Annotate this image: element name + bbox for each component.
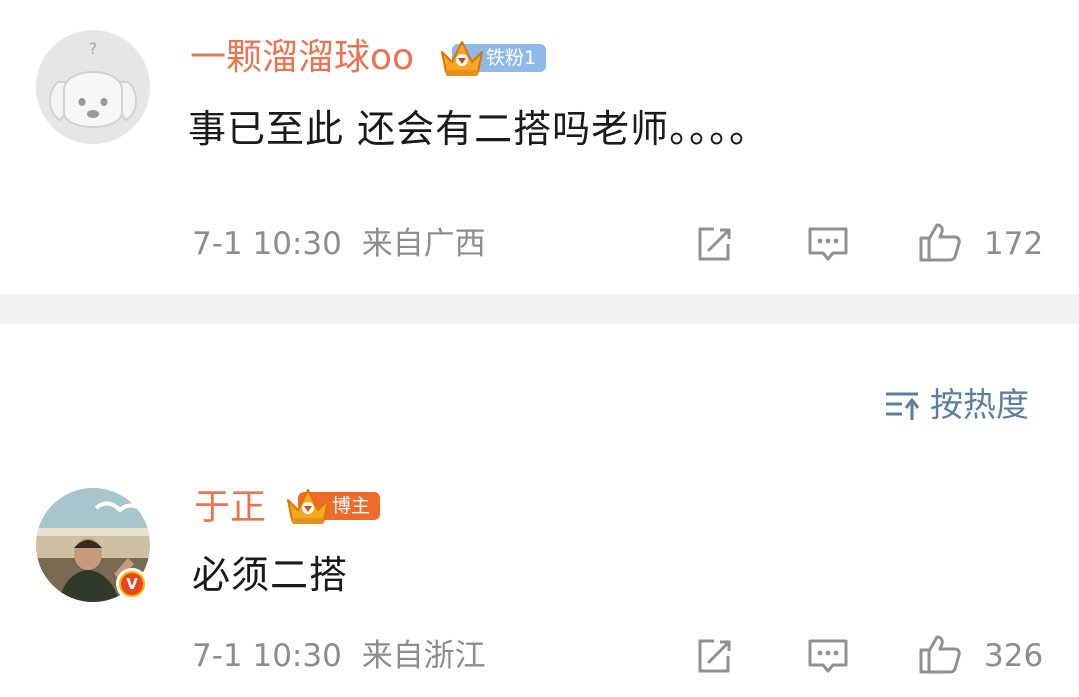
- like-count: 326: [984, 638, 1044, 674]
- svg-text:?: ?: [89, 39, 98, 58]
- comment-icon[interactable]: [806, 222, 850, 266]
- fan-badge[interactable]: 铁粉1: [438, 36, 562, 80]
- comment-time: 7-1 10:30: [192, 226, 342, 262]
- comment-text: 事已至此 还会有二搭吗老师。。。。: [188, 107, 769, 151]
- thumbs-up-icon[interactable]: [918, 632, 962, 676]
- verified-v-label: V: [121, 573, 143, 595]
- default-dog-avatar-icon: ?: [36, 30, 150, 144]
- verified-v-icon: V: [116, 568, 148, 600]
- comment-location: 来自广西: [361, 226, 486, 262]
- sort-button[interactable]: 按热度: [884, 385, 1029, 425]
- username[interactable]: 一颗溜溜球oo: [190, 38, 414, 78]
- username[interactable]: 于正: [194, 488, 266, 528]
- comment-icon[interactable]: [806, 634, 850, 678]
- comment-meta: 7-1 10:30 来自浙江: [192, 638, 486, 674]
- comment-time: 7-1 10:30: [192, 638, 342, 674]
- avatar[interactable]: ?: [36, 30, 150, 144]
- sort-icon: [886, 392, 920, 420]
- avatar[interactable]: V: [36, 488, 150, 602]
- share-icon[interactable]: [692, 634, 736, 678]
- crown-icon: [441, 41, 483, 76]
- comment-text: 必须二搭: [192, 553, 349, 597]
- share-icon[interactable]: [692, 222, 736, 266]
- section-divider: [0, 294, 1079, 324]
- thumbs-up-icon[interactable]: [918, 220, 962, 264]
- like-count: 172: [984, 226, 1044, 262]
- crown-icon: [287, 489, 329, 524]
- comment-location: 来自浙江: [361, 638, 486, 674]
- blogger-badge: 博主: [284, 484, 381, 528]
- comment-meta: 7-1 10:30 来自广西: [192, 226, 486, 262]
- sort-label: 按热度: [930, 385, 1029, 424]
